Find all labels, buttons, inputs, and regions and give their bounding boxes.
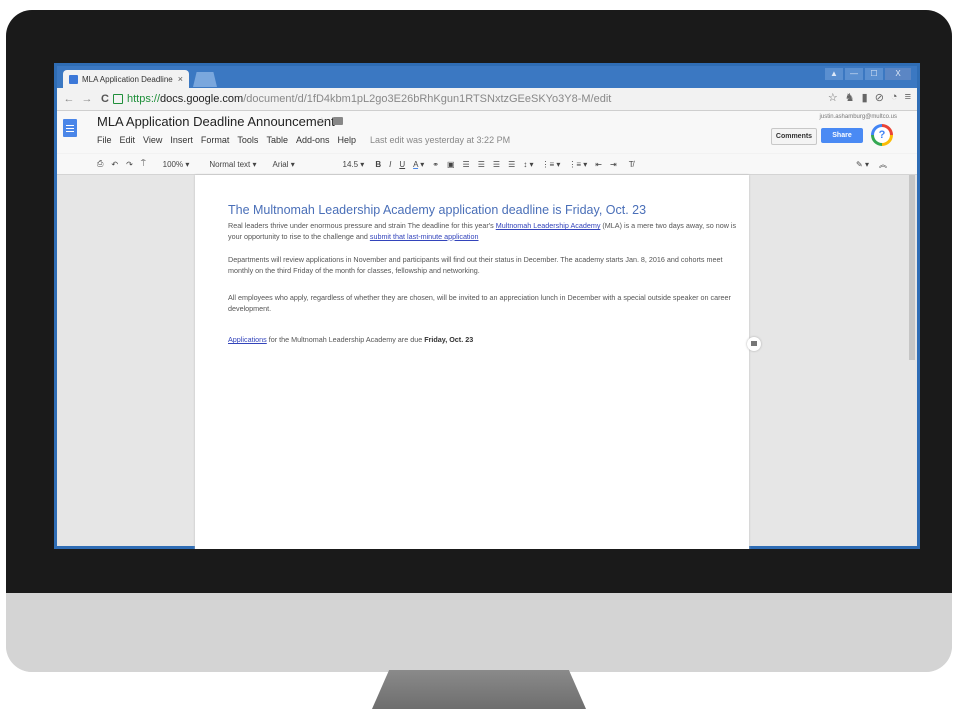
document-title[interactable]: MLA Application Deadline Announcement xyxy=(97,114,335,129)
block-icon[interactable]: ⊘ xyxy=(875,91,884,104)
document-page[interactable]: The Multnomah Leadership Academy applica… xyxy=(195,175,749,549)
undo-icon[interactable]: ↶ xyxy=(111,160,118,169)
menu-file[interactable]: File xyxy=(97,135,112,145)
monitor-stand xyxy=(372,670,586,709)
add-comment-icon[interactable] xyxy=(747,337,761,351)
tab-title: MLA Application Deadline xyxy=(82,74,173,84)
help-icon[interactable]: ? xyxy=(871,124,893,146)
docs-toolbar: ⎙ ↶ ↷ ⍑ 100% ▾ Normal text ▾ Arial ▾ 14.… xyxy=(57,154,917,175)
tab-close-icon[interactable]: × xyxy=(178,74,183,84)
text-color-icon[interactable]: A ▾ xyxy=(413,160,424,169)
browser-titlebar: MLA Application Deadline × ▲ — ☐ X xyxy=(57,66,917,88)
comment-icon[interactable]: ▣ xyxy=(447,160,455,169)
docs-menubar: File Edit View Insert Format Tools Table… xyxy=(97,135,510,145)
paragraph-1: Real leaders thrive under enormous press… xyxy=(228,221,737,241)
url-host: docs.google.com xyxy=(160,93,244,105)
screen: MLA Application Deadline × ▲ — ☐ X ← → C… xyxy=(54,63,920,549)
menu-edit[interactable]: Edit xyxy=(120,135,136,145)
star-document-icon[interactable]: ☆ xyxy=(317,115,327,128)
bookmark-star-icon[interactable]: ☆ xyxy=(828,91,838,104)
url-input[interactable]: https://docs.google.com/document/d/1fD4k… xyxy=(113,91,773,107)
font-size-select[interactable]: 14.5 ▾ xyxy=(340,159,368,170)
sync-icon[interactable]: ◔ xyxy=(891,91,898,104)
window-extra-button[interactable]: ▲ xyxy=(825,68,843,80)
decrease-indent-icon[interactable]: ⇤ xyxy=(595,160,602,169)
print-icon[interactable]: ⎙ xyxy=(97,159,103,169)
chrome-menu-icon[interactable]: ≡ xyxy=(905,91,911,104)
browser-action-icons: ☆ ♞ ▮ ⊘ ◔ ≡ xyxy=(828,91,911,104)
submit-application-link[interactable]: submit that last-minute application xyxy=(370,232,479,241)
underline-icon[interactable]: U xyxy=(399,160,405,169)
share-button[interactable]: Share xyxy=(821,128,863,143)
numbered-list-icon[interactable]: ⋮≡ ▾ xyxy=(541,160,560,169)
docs-header: MLA Application Deadline Announcement ☆ … xyxy=(57,111,917,153)
zoom-select[interactable]: 100% ▾ xyxy=(160,159,193,170)
menu-addons[interactable]: Add-ons xyxy=(296,135,330,145)
menu-table[interactable]: Table xyxy=(266,135,288,145)
paint-format-icon[interactable]: ⍑ xyxy=(141,159,146,169)
bold-icon[interactable]: B xyxy=(375,160,381,169)
paragraph-3: All employees who apply, regardless of w… xyxy=(228,293,731,313)
menu-tools[interactable]: Tools xyxy=(237,135,258,145)
help-label: ? xyxy=(874,127,890,143)
redo-icon[interactable]: ↷ xyxy=(126,160,133,169)
increase-indent-icon[interactable]: ⇥ xyxy=(610,160,617,169)
url-path: /document/d/1fD4kbm1pL2go3E26bRhKgun1RTS… xyxy=(243,93,612,105)
italic-icon[interactable]: I xyxy=(389,160,391,169)
line-spacing-icon[interactable]: ↕ ▾ xyxy=(523,160,533,169)
back-button[interactable]: ← xyxy=(63,93,75,105)
document-heading: The Multnomah Leadership Academy applica… xyxy=(228,203,647,217)
address-bar-row: ← → C https://docs.google.com/document/d… xyxy=(57,88,917,111)
browser-tab[interactable]: MLA Application Deadline × xyxy=(63,70,189,88)
font-select[interactable]: Arial ▾ xyxy=(270,159,332,170)
paragraph-4: Applications for the Multnomah Leadershi… xyxy=(228,335,474,344)
menu-help[interactable]: Help xyxy=(337,135,356,145)
align-center-icon[interactable]: ☰ xyxy=(478,160,485,169)
extension-icon[interactable]: ♞ xyxy=(845,91,855,104)
maximize-button[interactable]: ☐ xyxy=(865,68,883,80)
url-scheme: https:// xyxy=(127,93,161,105)
align-right-icon[interactable]: ☰ xyxy=(493,160,500,169)
menu-insert[interactable]: Insert xyxy=(170,135,193,145)
minimize-button[interactable]: — xyxy=(845,68,863,80)
window-controls: ▲ — ☐ X xyxy=(825,68,911,80)
menu-view[interactable]: View xyxy=(143,135,162,145)
last-edit-link[interactable]: Last edit was yesterday at 3:22 PM xyxy=(370,135,510,145)
folder-icon[interactable] xyxy=(333,117,343,125)
user-email[interactable]: justin.ashamburg@multco.us xyxy=(820,114,897,120)
applications-link[interactable]: Applications xyxy=(228,335,267,344)
browser-window: MLA Application Deadline × ▲ — ☐ X ← → C… xyxy=(57,66,917,549)
document-scrollbar[interactable] xyxy=(909,175,915,360)
document-canvas: The Multnomah Leadership Academy applica… xyxy=(57,175,917,549)
style-select[interactable]: Normal text ▾ xyxy=(206,159,259,170)
comments-button[interactable]: Comments xyxy=(771,128,817,145)
bulleted-list-icon[interactable]: ⋮≡ ▾ xyxy=(568,160,587,169)
justify-icon[interactable]: ☰ xyxy=(508,160,515,169)
media-icon[interactable]: ▮ xyxy=(862,91,868,104)
docs-logo-icon[interactable] xyxy=(63,119,77,137)
clear-formatting-icon[interactable]: T̸ xyxy=(629,160,634,169)
lock-icon xyxy=(113,94,123,104)
paragraph-2: Departments will review applications in … xyxy=(228,255,723,275)
docs-favicon-icon xyxy=(69,74,78,84)
reload-button[interactable]: C xyxy=(99,93,111,105)
close-window-button[interactable]: X xyxy=(885,68,911,80)
menu-format[interactable]: Format xyxy=(201,135,230,145)
editing-mode-icon[interactable]: ✎ ▾ xyxy=(856,160,869,169)
collapse-menus-icon[interactable]: ︽ xyxy=(879,159,887,170)
forward-button[interactable]: → xyxy=(81,93,93,105)
monitor-chin xyxy=(6,593,952,672)
align-left-icon[interactable]: ☰ xyxy=(463,160,470,169)
academy-link[interactable]: Multnomah Leadership Academy xyxy=(496,221,601,230)
link-icon[interactable]: ⚭ xyxy=(432,160,439,169)
new-tab-button[interactable] xyxy=(193,72,217,87)
